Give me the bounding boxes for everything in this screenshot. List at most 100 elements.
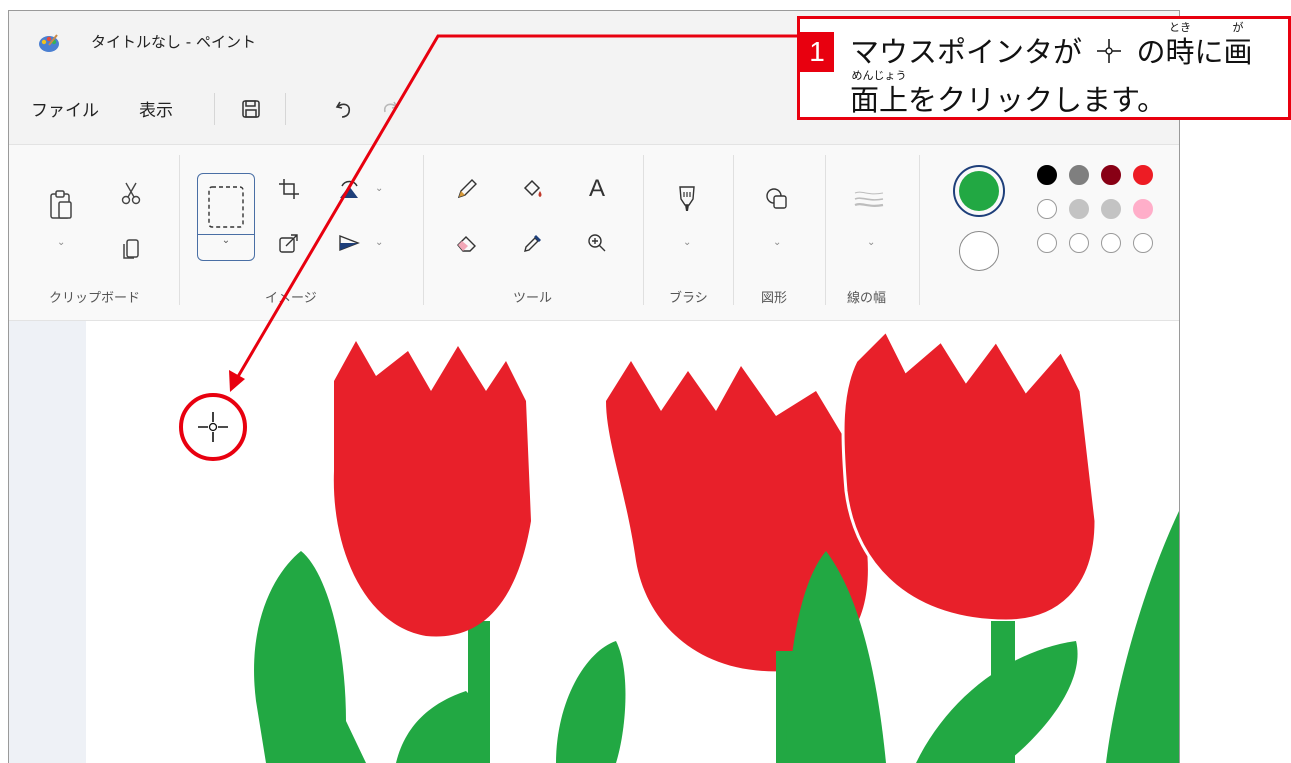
shapes-icon bbox=[766, 188, 787, 209]
group-label-brushes: ブラシ bbox=[669, 291, 708, 306]
select-icon bbox=[208, 186, 244, 228]
save-button[interactable] bbox=[231, 89, 271, 129]
group-label-size: 線の幅 bbox=[847, 291, 887, 306]
copy-icon bbox=[123, 239, 139, 259]
group-divider bbox=[825, 155, 826, 305]
color-swatch[interactable] bbox=[1101, 199, 1121, 219]
color-swatch[interactable] bbox=[1037, 233, 1057, 253]
crosshair-cursor-icon bbox=[1097, 39, 1122, 63]
chevron-down-icon[interactable]: ⌄ bbox=[375, 183, 383, 194]
chevron-down-icon[interactable]: ⌄ bbox=[773, 237, 781, 248]
resize-button[interactable] bbox=[271, 225, 307, 261]
group-label-image: イメージ bbox=[265, 291, 317, 306]
eraser-button[interactable] bbox=[449, 225, 485, 261]
color2-button[interactable] bbox=[959, 231, 999, 271]
cut-icon bbox=[121, 182, 141, 205]
redo-button[interactable] bbox=[369, 89, 409, 129]
pencil-icon bbox=[457, 179, 477, 199]
callout-text: に bbox=[1194, 35, 1224, 69]
drawing-canvas[interactable] bbox=[86, 321, 1179, 763]
brush-button[interactable] bbox=[667, 179, 707, 219]
undo-button[interactable] bbox=[325, 89, 365, 129]
step-number-badge: 1 bbox=[800, 32, 834, 72]
ruby-reading: めんじょう bbox=[851, 69, 907, 82]
crop-icon bbox=[279, 179, 299, 199]
color-swatch[interactable] bbox=[1133, 233, 1153, 253]
rotate-button[interactable] bbox=[331, 171, 367, 207]
group-divider bbox=[919, 155, 920, 305]
eraser-icon bbox=[457, 236, 476, 252]
flip-button[interactable] bbox=[331, 225, 367, 261]
select-button[interactable]: ⌄ bbox=[197, 173, 255, 261]
group-label-shapes: 図形 bbox=[761, 291, 788, 306]
color-swatch[interactable] bbox=[1133, 165, 1153, 185]
callout-text: の bbox=[1136, 35, 1166, 69]
callout-line-1: マウスポインタが のとき 時にが画 bbox=[850, 21, 1253, 71]
color-swatch[interactable] bbox=[1069, 165, 1089, 185]
toolbar-divider bbox=[214, 93, 215, 125]
group-label-clipboard: クリップボード bbox=[49, 291, 141, 306]
chevron-down-icon[interactable]: ⌄ bbox=[867, 237, 875, 248]
window-title: タイトルなし - ペイント bbox=[91, 33, 256, 51]
chevron-down-icon[interactable]: ⌄ bbox=[683, 237, 691, 248]
ruby-word: とき時 bbox=[1165, 21, 1195, 71]
magnifier-icon bbox=[588, 234, 606, 252]
color1-swatch bbox=[959, 171, 999, 211]
color-swatch[interactable] bbox=[1069, 199, 1089, 219]
flip-icon bbox=[339, 234, 360, 252]
paste-button[interactable] bbox=[41, 185, 81, 225]
ruby-reading: が bbox=[1232, 21, 1244, 34]
menu-view[interactable]: 表示 bbox=[139, 96, 173, 121]
paint-app-icon bbox=[39, 34, 59, 52]
callout-text: をクリックします。 bbox=[908, 83, 1167, 117]
save-icon bbox=[242, 100, 260, 118]
color1-button[interactable] bbox=[953, 165, 1005, 217]
color-swatch[interactable] bbox=[1101, 165, 1121, 185]
copy-button[interactable] bbox=[113, 231, 149, 267]
paste-icon bbox=[50, 190, 72, 219]
callout-text: マウスポインタが bbox=[850, 35, 1083, 69]
resize-icon bbox=[279, 234, 298, 253]
magnifier-button[interactable] bbox=[579, 225, 615, 261]
crop-button[interactable] bbox=[271, 171, 307, 207]
color-swatch[interactable] bbox=[1037, 165, 1057, 185]
callout-line-2: めんじょう 面上をクリックします。 bbox=[850, 69, 1167, 119]
ruby-reading: とき bbox=[1168, 21, 1191, 34]
group-divider bbox=[179, 155, 180, 305]
menu-file[interactable]: ファイル bbox=[31, 96, 99, 121]
group-label-tools: ツール bbox=[513, 291, 553, 306]
brush-icon bbox=[679, 186, 695, 211]
color-picker-button[interactable] bbox=[515, 225, 551, 261]
group-divider bbox=[733, 155, 734, 305]
undo-icon bbox=[335, 101, 351, 118]
line-width-button[interactable] bbox=[847, 179, 891, 219]
fill-button[interactable] bbox=[515, 171, 551, 207]
ruby-base: 時 bbox=[1165, 35, 1195, 69]
group-divider bbox=[423, 155, 424, 305]
instruction-callout: 1 マウスポインタが のとき 時にが画 めんじょう 面上をクリックします。 bbox=[797, 16, 1291, 120]
rotate-icon bbox=[340, 180, 358, 198]
ruby-word: めんじょう 面上 bbox=[850, 69, 909, 119]
color-swatch[interactable] bbox=[1133, 199, 1153, 219]
paint-window: タイトルなし - ペイント ファイル 表示 ⌄ クリップボード ⌄ ⌄ ⌄ イメ… bbox=[8, 10, 1180, 763]
color-swatch[interactable] bbox=[1069, 233, 1089, 253]
ruby-word: が画 bbox=[1223, 21, 1253, 71]
color-picker-icon bbox=[524, 235, 541, 252]
chevron-down-icon[interactable]: ⌄ bbox=[57, 237, 65, 248]
pencil-button[interactable] bbox=[449, 171, 485, 207]
shapes-button[interactable] bbox=[757, 179, 797, 219]
chevron-down-icon: ⌄ bbox=[198, 234, 254, 246]
cut-button[interactable] bbox=[113, 175, 149, 211]
toolbar-divider bbox=[285, 93, 286, 125]
text-tool-button[interactable]: A bbox=[579, 171, 615, 207]
ruby-base: 画 bbox=[1223, 35, 1253, 69]
canvas-area bbox=[9, 321, 1179, 763]
ribbon: ⌄ クリップボード ⌄ ⌄ ⌄ イメージ A ツール ⌄ ブラシ ⌄ 図形 ⌄ … bbox=[9, 144, 1179, 321]
color-swatch[interactable] bbox=[1101, 233, 1121, 253]
ruby-base: 面上 bbox=[850, 83, 909, 117]
chevron-down-icon[interactable]: ⌄ bbox=[375, 237, 383, 248]
tulip-drawing bbox=[254, 328, 1179, 763]
redo-icon bbox=[383, 101, 399, 113]
color-swatch[interactable] bbox=[1037, 199, 1057, 219]
fill-icon bbox=[523, 179, 542, 197]
